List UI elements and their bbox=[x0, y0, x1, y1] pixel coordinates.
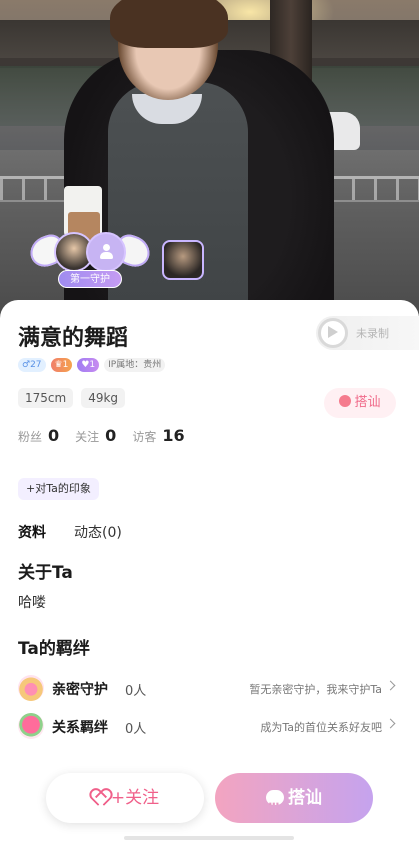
about-text: 哈喽 bbox=[18, 595, 46, 611]
chat-up-small-label: 搭讪 bbox=[354, 395, 381, 410]
visitors-label[interactable]: 访客 bbox=[132, 428, 156, 445]
guardian-heart-icon bbox=[18, 675, 44, 701]
bonds-heading: Ta的羁绊 bbox=[18, 639, 90, 659]
attribute-tags: 175cm 49kg bbox=[18, 388, 126, 408]
chevron-right-icon bbox=[385, 680, 396, 691]
profile-cover-photo[interactable]: 第一守护 bbox=[0, 0, 419, 322]
fans-count[interactable]: 0 bbox=[48, 426, 59, 445]
tab-info[interactable]: 资料 bbox=[18, 522, 52, 542]
gender-age-badge: ♂27 bbox=[18, 358, 46, 372]
relationship-bond-count: 0人 bbox=[125, 722, 147, 737]
chat-up-small-button[interactable]: 搭讪 bbox=[324, 388, 396, 418]
home-indicator[interactable] bbox=[124, 836, 294, 840]
relationship-bond-title: 关系羁绊 bbox=[52, 720, 108, 736]
level-badge: ♛1 bbox=[50, 358, 73, 372]
close-guardian-row[interactable]: 亲密守护 0人 暂无亲密守护，我来守护Ta bbox=[18, 674, 396, 704]
height-tag: 175cm bbox=[18, 388, 74, 408]
photo-person-hair bbox=[110, 0, 228, 48]
about-heading: 关于Ta bbox=[18, 563, 73, 583]
follow-label: +关注 bbox=[110, 788, 160, 808]
profile-card: 满意的舞蹈 未录制 ♂27 ♛1 ♥1 IP属地：贵州 175cm 49kg 搭… bbox=[0, 300, 419, 843]
following-count[interactable]: 0 bbox=[105, 426, 116, 445]
follow-button[interactable]: +关注 bbox=[46, 773, 204, 823]
badge-row: ♂27 ♛1 ♥1 IP属地：贵州 bbox=[18, 358, 166, 372]
first-guardian-badge[interactable]: 第一守护 bbox=[26, 228, 154, 298]
relationship-bond-hint: 成为Ta的首位关系好友吧 bbox=[260, 721, 382, 734]
fans-label[interactable]: 粉丝 bbox=[18, 428, 42, 445]
peach-icon bbox=[339, 395, 352, 407]
record-label: 未录制 bbox=[356, 327, 389, 340]
chevron-right-icon bbox=[385, 718, 396, 729]
person-icon bbox=[99, 244, 113, 260]
close-guardian-hint: 暂无亲密守护，我来守护Ta bbox=[249, 683, 382, 696]
stats-row: 粉丝 0 关注 0 访客 16 bbox=[18, 426, 195, 445]
tab-moments[interactable]: 动态(0) bbox=[74, 522, 122, 542]
guardian-label: 第一守护 bbox=[58, 270, 122, 288]
chat-bubble-icon bbox=[266, 779, 284, 829]
photo-thumbnail[interactable] bbox=[162, 240, 204, 280]
weight-tag: 49kg bbox=[81, 388, 126, 408]
profile-name: 满意的舞蹈 bbox=[18, 326, 129, 351]
close-guardian-count: 0人 bbox=[125, 684, 147, 699]
close-guardian-title: 亲密守护 bbox=[52, 682, 108, 698]
rose-icon bbox=[18, 713, 44, 739]
visitors-count[interactable]: 16 bbox=[162, 426, 184, 445]
empty-guardian-slot-icon[interactable] bbox=[86, 232, 126, 272]
add-impression-button[interactable]: +对Ta的印象 bbox=[18, 478, 99, 500]
heart-outline-icon bbox=[91, 790, 107, 805]
voice-record-button[interactable]: 未录制 bbox=[316, 316, 419, 350]
ip-location-badge: IP属地：贵州 bbox=[104, 358, 166, 372]
heart-badge: ♥1 bbox=[77, 358, 100, 372]
relationship-bond-row[interactable]: 关系羁绊 0人 成为Ta的首位关系好友吧 bbox=[18, 712, 396, 742]
chat-up-label: 搭讪 bbox=[288, 788, 322, 808]
following-label[interactable]: 关注 bbox=[75, 428, 99, 445]
profile-tabs: 资料 动态(0) bbox=[18, 522, 122, 542]
play-icon bbox=[328, 326, 338, 338]
chat-up-button[interactable]: 搭讪 bbox=[215, 773, 373, 829]
